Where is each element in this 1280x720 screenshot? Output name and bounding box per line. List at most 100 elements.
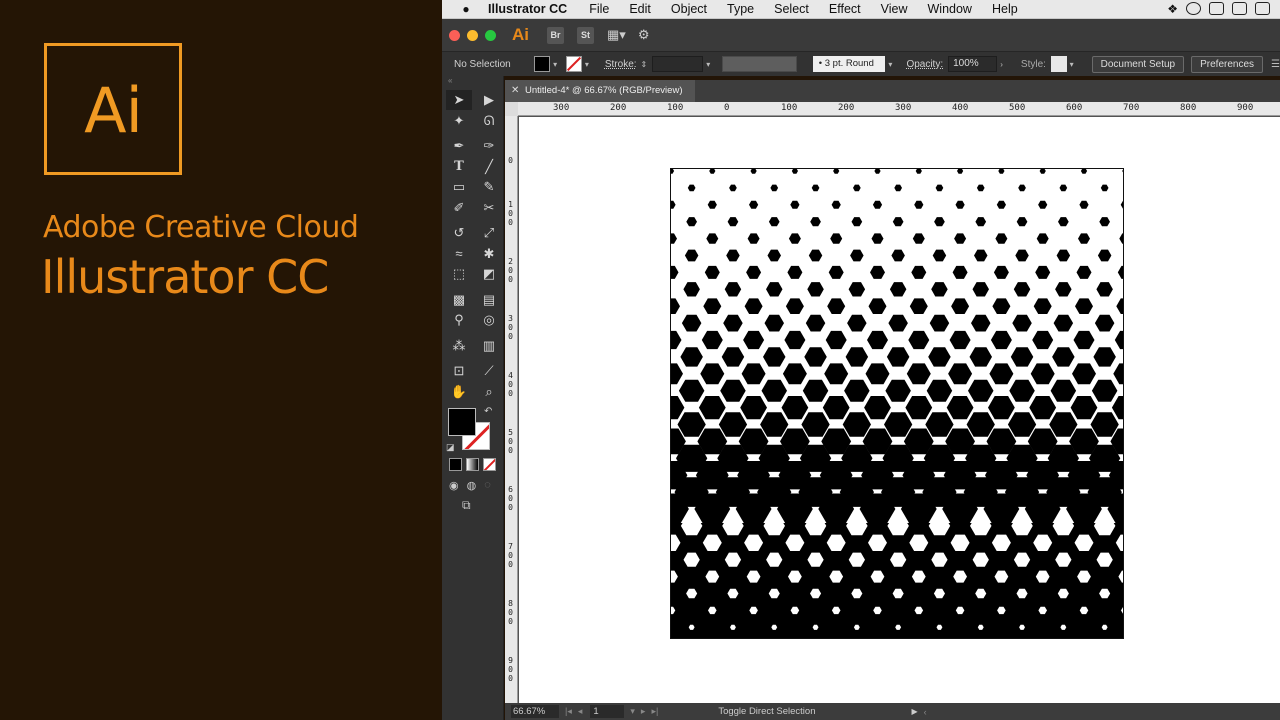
blend-tool-icon[interactable]: ◎ <box>476 310 502 330</box>
document-setup-button[interactable]: Document Setup <box>1091 55 1185 73</box>
none-mode-button[interactable] <box>483 458 496 471</box>
zoom-level-field[interactable]: 66.67% <box>511 705 559 718</box>
gradient-tool-icon[interactable]: ▤ <box>476 290 502 310</box>
bridge-button[interactable]: Br <box>547 26 564 44</box>
color-mode-button[interactable] <box>449 458 462 471</box>
control-panel-menu-icon[interactable]: ☰ <box>1271 59 1280 70</box>
swap-fill-stroke-icon[interactable]: ↶ <box>484 406 492 417</box>
rotate-tool-icon[interactable]: ↺ <box>446 223 472 243</box>
draw-behind-icon[interactable]: ◍ <box>467 479 477 492</box>
fill-dropdown-icon[interactable]: ▾ <box>553 60 557 69</box>
opacity-arrow-icon[interactable]: › <box>1000 60 1003 69</box>
document-tab[interactable]: ✕ Untitled-4* @ 66.67% (RGB/Preview) <box>505 80 695 102</box>
free-transform-tool-icon[interactable]: ⬚ <box>446 264 472 284</box>
status-message[interactable]: Toggle Direct Selection <box>718 706 815 717</box>
line-tool-icon[interactable]: ╱ <box>476 157 502 177</box>
close-tab-icon[interactable]: ✕ <box>511 80 519 102</box>
stock-button[interactable]: St <box>577 26 594 44</box>
menu-app-name[interactable]: Illustrator CC <box>488 2 579 16</box>
pasteboard[interactable] <box>519 117 1280 703</box>
menu-effect[interactable]: Effect <box>819 2 871 16</box>
lasso-tool-icon[interactable]: ᘏ <box>476 111 502 131</box>
artboard-number-field[interactable]: 1 <box>590 705 625 718</box>
artboard-tool-icon[interactable]: ⊡ <box>446 361 472 381</box>
display-icon[interactable] <box>1209 2 1224 15</box>
curvature-tool-icon[interactable]: ✑ <box>476 136 502 156</box>
menu-file[interactable]: File <box>579 2 619 16</box>
menu-type[interactable]: Type <box>717 2 764 16</box>
screen-mode-icon[interactable]: ⧉ <box>462 498 503 513</box>
menu-select[interactable]: Select <box>764 2 819 16</box>
style-swatch[interactable] <box>1050 56 1067 72</box>
magic-wand-tool-icon[interactable]: ✦ <box>446 111 472 131</box>
brush-definition[interactable]: • 3 pt. Round <box>812 56 886 72</box>
selection-tool-icon[interactable]: ➤ <box>446 90 472 111</box>
slice-tool-icon[interactable]: ⟋ <box>476 361 502 381</box>
panel-collapse-icon[interactable]: « <box>442 76 503 90</box>
ruler-origin[interactable] <box>505 102 518 116</box>
hexagon-halftone-artwork[interactable] <box>671 169 1124 639</box>
apple-icon[interactable]: ● <box>456 2 476 16</box>
last-artboard-icon[interactable]: ▸| <box>651 706 658 717</box>
canvas-area[interactable]: 300 200 100 0 100 200 300 400 500 600 70… <box>505 102 1280 703</box>
first-artboard-icon[interactable]: |◂ <box>565 706 572 717</box>
artboard[interactable] <box>670 168 1124 639</box>
scroll-left-icon[interactable]: ‹ <box>924 707 927 717</box>
menu-view[interactable]: View <box>871 2 918 16</box>
scale-tool-icon[interactable]: ⤢ <box>476 223 502 243</box>
opacity-input[interactable]: 100% <box>948 56 998 72</box>
info-icon[interactable] <box>1186 2 1201 15</box>
arrange-documents-icon[interactable]: ▦▾ <box>607 27 626 43</box>
stroke-stepper-icon[interactable]: ⇕ <box>641 60 648 69</box>
pen-tool-icon[interactable]: ✒ <box>446 136 472 156</box>
menu-edit[interactable]: Edit <box>619 2 661 16</box>
column-graph-tool-icon[interactable]: ▥ <box>476 336 502 356</box>
eyedropper-tool-icon[interactable]: ⚲ <box>446 310 472 330</box>
hand-tool-icon[interactable]: ✋ <box>446 382 472 402</box>
variable-width-profile[interactable] <box>722 56 797 72</box>
fill-swatch[interactable] <box>534 56 551 72</box>
gradient-mode-button[interactable] <box>466 458 479 471</box>
vertical-ruler[interactable]: 0 100 200 300 400 500 600 700 800 900 <box>505 116 518 703</box>
scissors-tool-icon[interactable]: ✂ <box>476 198 502 218</box>
rectangle-tool-icon[interactable]: ▭ <box>446 177 472 197</box>
preferences-button[interactable]: Preferences <box>1191 55 1264 73</box>
stroke-swatch[interactable] <box>566 56 582 72</box>
fill-color-box[interactable] <box>448 408 476 436</box>
artboard-dropdown-icon[interactable]: ▾ <box>630 706 635 717</box>
stroke-weight-dropdown-icon[interactable]: ▾ <box>706 60 710 69</box>
gpu-performance-icon[interactable]: ⚙ <box>638 27 650 43</box>
mesh-tool-icon[interactable]: ▩ <box>446 290 472 310</box>
stroke-dropdown-icon[interactable]: ▾ <box>585 60 589 69</box>
direct-selection-tool-icon[interactable]: ▶ <box>476 90 502 110</box>
opacity-label[interactable]: Opacity: <box>906 59 943 70</box>
airplay-icon[interactable] <box>1255 2 1270 15</box>
paintbrush-tool-icon[interactable]: ✎ <box>476 177 502 197</box>
stroke-weight-input[interactable] <box>652 56 704 72</box>
dropbox-icon[interactable]: ❖ <box>1167 2 1178 16</box>
shaper-tool-icon[interactable]: ✐ <box>446 198 472 218</box>
draw-inside-icon[interactable]: ◌ <box>484 479 491 492</box>
default-colors-icon[interactable]: ◪ <box>446 442 455 453</box>
stroke-label[interactable]: Stroke: <box>605 59 637 70</box>
window-close-button[interactable] <box>449 29 460 41</box>
width-tool-icon[interactable]: ≈ <box>446 244 472 264</box>
shape-builder-tool-icon[interactable]: ◩ <box>476 264 502 284</box>
window-zoom-button[interactable] <box>485 29 496 41</box>
type-tool-icon[interactable]: T <box>446 157 472 177</box>
horizontal-ruler[interactable]: 300 200 100 0 100 200 300 400 500 600 70… <box>518 102 1280 116</box>
previous-artboard-icon[interactable]: ◂ <box>578 706 583 717</box>
menu-object[interactable]: Object <box>661 2 717 16</box>
symbol-sprayer-tool-icon[interactable]: ⁂ <box>446 336 472 356</box>
zoom-tool-icon[interactable]: ⌕ <box>476 382 502 402</box>
puppet-warp-tool-icon[interactable]: ✱ <box>476 244 502 264</box>
status-menu-icon[interactable]: ▶ <box>911 707 917 716</box>
menu-window[interactable]: Window <box>918 2 982 16</box>
style-dropdown-icon[interactable]: ▾ <box>1070 60 1074 69</box>
next-artboard-icon[interactable]: ▸ <box>641 706 646 717</box>
brush-dropdown-icon[interactable]: ▾ <box>888 60 892 69</box>
screen-mirror-icon[interactable] <box>1232 2 1247 15</box>
menu-help[interactable]: Help <box>982 2 1028 16</box>
window-minimize-button[interactable] <box>467 29 478 41</box>
draw-normal-icon[interactable]: ◉ <box>449 479 459 492</box>
